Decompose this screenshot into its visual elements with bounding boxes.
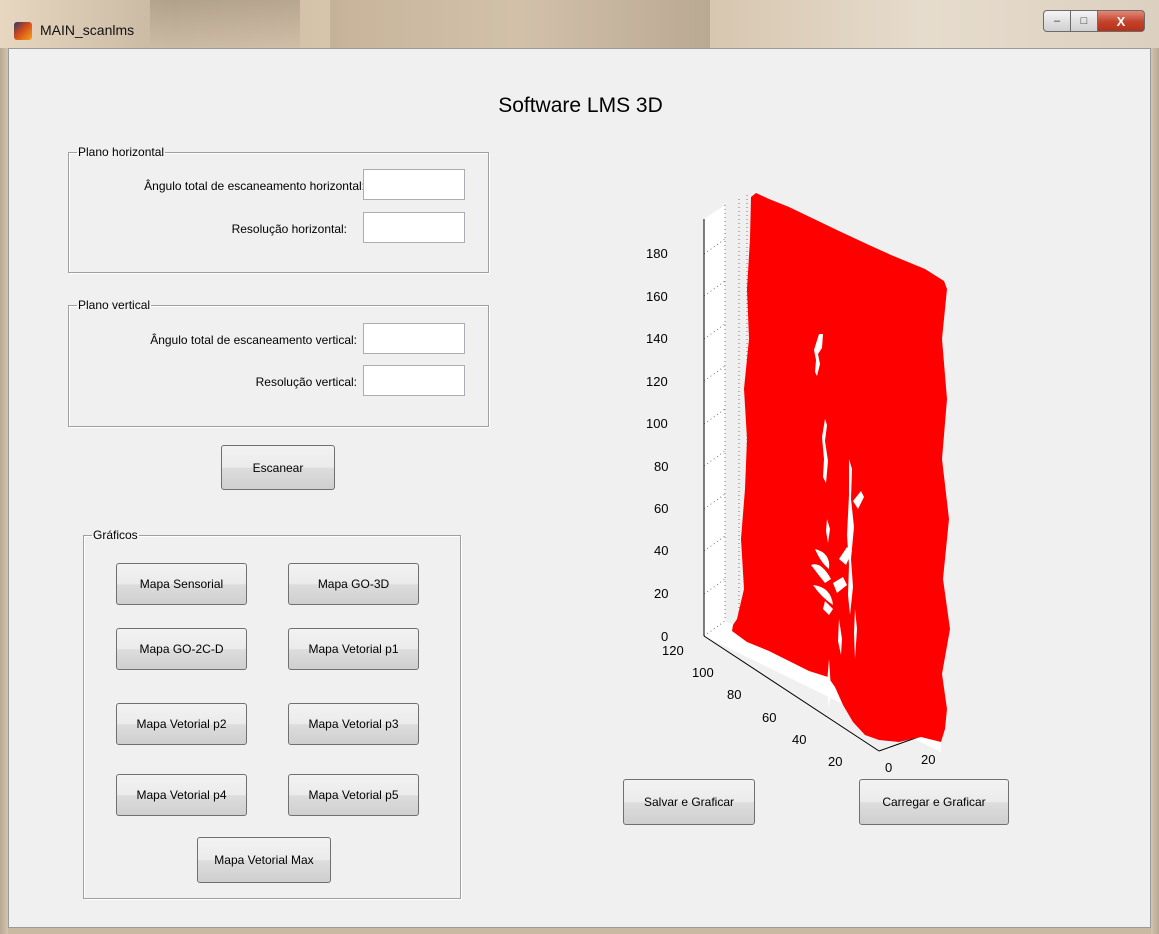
window-border-right bbox=[1151, 48, 1159, 934]
graphs-legend: Gráficos bbox=[93, 528, 138, 542]
window-titlebar[interactable]: MAIN_scanlms – □ X bbox=[0, 0, 1159, 48]
plot-back-wall bbox=[704, 205, 725, 636]
load-and-plot-button[interactable]: Carregar e Graficar bbox=[859, 779, 1009, 825]
minimize-icon: – bbox=[1053, 15, 1061, 27]
vertical-plane-legend: Plano vertical bbox=[78, 298, 151, 312]
vector-map-p2-button[interactable]: Mapa Vetorial p2 bbox=[116, 703, 247, 745]
y-tick-label: 80 bbox=[727, 687, 741, 702]
vertical-angle-input[interactable] bbox=[363, 323, 465, 354]
z-tick-label: 0 bbox=[661, 629, 668, 644]
vertical-plane-panel: Plano vertical bbox=[68, 298, 489, 427]
z-tick-label: 40 bbox=[654, 543, 668, 558]
page-title: Software LMS 3D bbox=[498, 94, 663, 117]
y-tick-label: 20 bbox=[828, 754, 842, 769]
z-tick-label: 160 bbox=[646, 289, 668, 304]
vertical-angle-label: Ângulo total de escaneamento vertical: bbox=[150, 333, 357, 347]
vector-map-max-button[interactable]: Mapa Vetorial Max bbox=[197, 837, 331, 883]
go-3d-map-button[interactable]: Mapa GO-3D bbox=[288, 563, 419, 605]
horizontal-plane-panel: Plano horizontal bbox=[68, 145, 489, 273]
z-tick-label: 100 bbox=[646, 416, 668, 431]
horizontal-resolution-label: Resolução horizontal: bbox=[231, 222, 347, 236]
scan-3d-plot[interactable]: 0 20 40 60 80 100 120 140 160 180 120 10… bbox=[629, 189, 1009, 829]
vector-map-p1-button[interactable]: Mapa Vetorial p1 bbox=[288, 628, 419, 670]
y-tick-label: 100 bbox=[692, 665, 714, 680]
x-tick-label: 0 bbox=[885, 760, 892, 775]
figure-client-area: Software LMS 3D Plano horizontal Ângulo … bbox=[8, 48, 1151, 928]
close-button[interactable]: X bbox=[1098, 10, 1145, 32]
matlab-icon bbox=[14, 22, 32, 40]
window-title: MAIN_scanlms bbox=[40, 22, 135, 38]
vector-map-p4-button[interactable]: Mapa Vetorial p4 bbox=[116, 774, 247, 816]
y-tick-label: 60 bbox=[762, 710, 776, 725]
z-tick-label: 80 bbox=[654, 459, 668, 474]
vertical-resolution-input[interactable] bbox=[363, 365, 465, 396]
x-tick-label: 20 bbox=[921, 752, 935, 767]
z-tick-label: 120 bbox=[646, 374, 668, 389]
close-icon: X bbox=[1116, 13, 1126, 29]
window-controls: – □ X bbox=[1043, 10, 1145, 32]
z-tick-label: 140 bbox=[646, 331, 668, 346]
z-tick-label: 20 bbox=[654, 586, 668, 601]
scan-3d-plot-svg: 0 20 40 60 80 100 120 140 160 180 120 10… bbox=[646, 193, 950, 775]
z-tick-label: 60 bbox=[654, 501, 668, 516]
scan-button[interactable]: Escanear bbox=[221, 445, 335, 490]
maximize-icon: □ bbox=[1080, 15, 1088, 27]
horizontal-resolution-input[interactable] bbox=[363, 212, 465, 243]
titlebar-background-2 bbox=[330, 0, 710, 48]
horizontal-angle-input[interactable] bbox=[363, 169, 465, 200]
vector-map-p5-button[interactable]: Mapa Vetorial p5 bbox=[288, 774, 419, 816]
y-tick-label: 120 bbox=[662, 643, 684, 658]
titlebar-background bbox=[150, 0, 300, 48]
z-tick-label: 180 bbox=[646, 246, 668, 261]
z-axis-ticks: 0 20 40 60 80 100 120 140 160 180 bbox=[646, 246, 668, 644]
sensor-map-button[interactable]: Mapa Sensorial bbox=[116, 563, 247, 605]
vector-map-p3-button[interactable]: Mapa Vetorial p3 bbox=[288, 703, 419, 745]
x-axis-ticks: 0 20 bbox=[885, 752, 935, 775]
y-tick-label: 40 bbox=[792, 732, 806, 747]
save-and-plot-button[interactable]: Salvar e Graficar bbox=[623, 779, 755, 825]
vertical-resolution-label: Resolução vertical: bbox=[255, 375, 357, 389]
go-2c-d-map-button[interactable]: Mapa GO-2C-D bbox=[116, 628, 247, 670]
minimize-button[interactable]: – bbox=[1043, 10, 1071, 32]
maximize-button[interactable]: □ bbox=[1071, 10, 1098, 32]
horizontal-angle-label: Ângulo total de escaneamento horizontal: bbox=[144, 179, 365, 193]
window-border-left bbox=[0, 48, 8, 934]
horizontal-plane-legend: Plano horizontal bbox=[78, 145, 165, 159]
